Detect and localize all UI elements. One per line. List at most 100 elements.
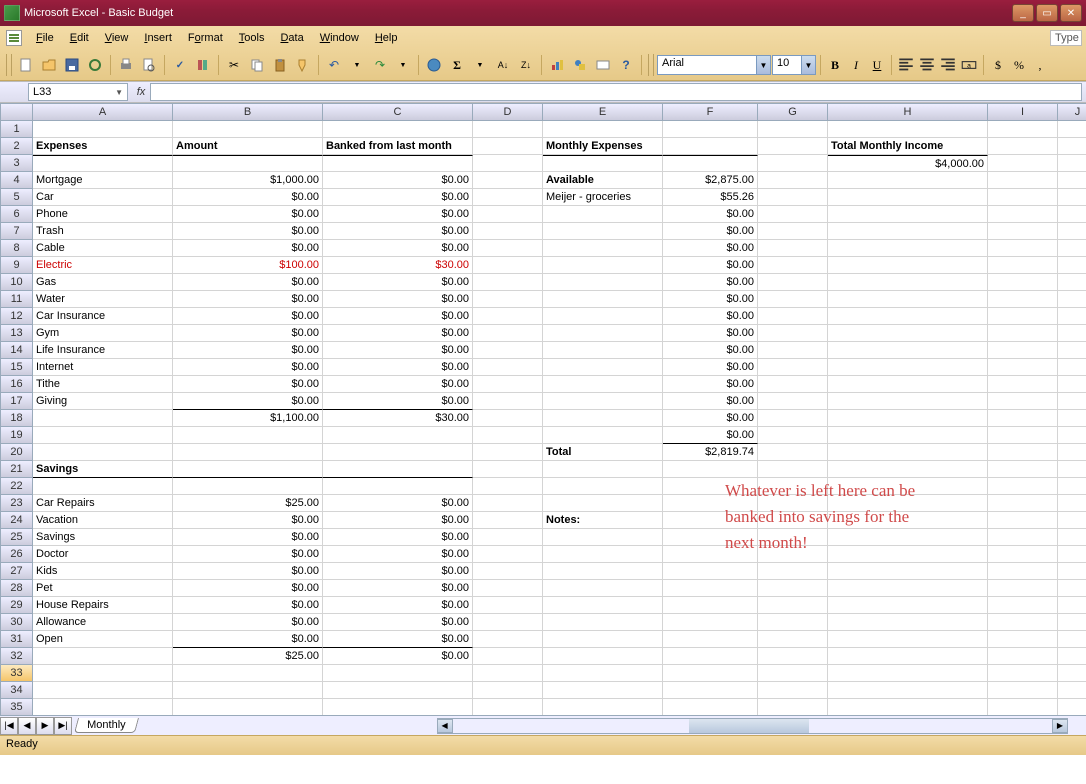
cell[interactable] bbox=[1058, 512, 1086, 529]
cell[interactable] bbox=[1058, 325, 1086, 342]
cell[interactable]: $0.00 bbox=[323, 223, 473, 240]
cell[interactable] bbox=[323, 121, 473, 138]
sheet-nav-first-icon[interactable]: |◀ bbox=[0, 717, 18, 735]
formula-input[interactable] bbox=[150, 83, 1082, 101]
cell[interactable]: $0.00 bbox=[663, 291, 758, 308]
cell[interactable]: $1,000.00 bbox=[173, 172, 323, 189]
cell[interactable]: $25.00 bbox=[173, 495, 323, 512]
menu-view[interactable]: View bbox=[97, 29, 137, 47]
cell[interactable]: Available bbox=[543, 172, 663, 189]
cell[interactable]: $0.00 bbox=[173, 376, 323, 393]
cell[interactable] bbox=[473, 614, 543, 631]
cell[interactable] bbox=[758, 648, 828, 665]
cell[interactable] bbox=[1058, 665, 1086, 682]
cell[interactable] bbox=[1058, 631, 1086, 648]
sort-asc-icon[interactable]: A↓ bbox=[492, 54, 514, 76]
cell[interactable] bbox=[323, 461, 473, 478]
cell[interactable] bbox=[663, 563, 758, 580]
row-header-22[interactable]: 22 bbox=[0, 478, 33, 495]
cell[interactable] bbox=[543, 376, 663, 393]
cell[interactable] bbox=[988, 393, 1058, 410]
cell[interactable] bbox=[828, 342, 988, 359]
cell[interactable]: Allowance bbox=[33, 614, 173, 631]
row-header-3[interactable]: 3 bbox=[0, 155, 33, 172]
cell[interactable] bbox=[473, 597, 543, 614]
cell[interactable] bbox=[988, 359, 1058, 376]
cell[interactable] bbox=[33, 121, 173, 138]
cell[interactable] bbox=[828, 189, 988, 206]
cell[interactable]: $0.00 bbox=[173, 580, 323, 597]
cell[interactable] bbox=[758, 206, 828, 223]
row-header-19[interactable]: 19 bbox=[0, 427, 33, 444]
row-header-28[interactable]: 28 bbox=[0, 580, 33, 597]
cell[interactable] bbox=[663, 648, 758, 665]
cell[interactable] bbox=[988, 495, 1058, 512]
cell[interactable] bbox=[473, 580, 543, 597]
cell[interactable]: $0.00 bbox=[323, 614, 473, 631]
cell[interactable] bbox=[988, 410, 1058, 427]
cell[interactable] bbox=[758, 325, 828, 342]
cell[interactable] bbox=[663, 580, 758, 597]
worksheet-icon[interactable] bbox=[6, 30, 22, 46]
cell[interactable] bbox=[33, 410, 173, 427]
copy-icon[interactable] bbox=[246, 54, 268, 76]
cell[interactable] bbox=[323, 478, 473, 495]
cell[interactable]: Life Insurance bbox=[33, 342, 173, 359]
cell[interactable] bbox=[663, 461, 758, 478]
cell[interactable]: Amount bbox=[173, 138, 323, 155]
cell[interactable] bbox=[473, 665, 543, 682]
drawing-icon[interactable] bbox=[569, 54, 591, 76]
cell[interactable]: $0.00 bbox=[323, 189, 473, 206]
cell[interactable]: $0.00 bbox=[173, 291, 323, 308]
cell[interactable]: $0.00 bbox=[323, 291, 473, 308]
cell[interactable] bbox=[828, 427, 988, 444]
cell[interactable] bbox=[543, 291, 663, 308]
cell[interactable] bbox=[1058, 444, 1086, 461]
cell[interactable] bbox=[663, 631, 758, 648]
cell[interactable] bbox=[758, 444, 828, 461]
cell[interactable] bbox=[758, 240, 828, 257]
cell[interactable]: $2,819.74 bbox=[663, 444, 758, 461]
formatting-toolbar-grip[interactable] bbox=[648, 54, 654, 76]
cell[interactable] bbox=[828, 359, 988, 376]
cell[interactable]: $0.00 bbox=[173, 223, 323, 240]
cell[interactable] bbox=[758, 172, 828, 189]
cell[interactable] bbox=[1058, 206, 1086, 223]
menu-edit[interactable]: Edit bbox=[62, 29, 97, 47]
cell[interactable] bbox=[543, 257, 663, 274]
row-header-14[interactable]: 14 bbox=[0, 342, 33, 359]
cell[interactable] bbox=[33, 665, 173, 682]
cell[interactable]: $0.00 bbox=[323, 359, 473, 376]
cell[interactable]: $0.00 bbox=[173, 393, 323, 410]
row-header-9[interactable]: 9 bbox=[0, 257, 33, 274]
cell[interactable] bbox=[828, 393, 988, 410]
cell[interactable]: $0.00 bbox=[663, 376, 758, 393]
cell[interactable]: $0.00 bbox=[323, 597, 473, 614]
cell[interactable]: Savings bbox=[33, 461, 173, 478]
cell[interactable] bbox=[663, 614, 758, 631]
col-header-E[interactable]: E bbox=[543, 103, 663, 121]
cell[interactable] bbox=[173, 699, 323, 716]
cell[interactable] bbox=[473, 444, 543, 461]
cell[interactable]: Phone bbox=[33, 206, 173, 223]
cell[interactable] bbox=[828, 410, 988, 427]
cell[interactable] bbox=[663, 121, 758, 138]
cell[interactable] bbox=[473, 563, 543, 580]
cell[interactable] bbox=[473, 682, 543, 699]
cell[interactable] bbox=[1058, 427, 1086, 444]
cell[interactable] bbox=[988, 546, 1058, 563]
cell[interactable]: $0.00 bbox=[173, 614, 323, 631]
row-header-6[interactable]: 6 bbox=[0, 206, 33, 223]
cell[interactable]: $0.00 bbox=[663, 240, 758, 257]
cell[interactable]: $0.00 bbox=[323, 206, 473, 223]
cell[interactable] bbox=[33, 478, 173, 495]
cell[interactable]: House Repairs bbox=[33, 597, 173, 614]
cell[interactable] bbox=[473, 155, 543, 172]
cell[interactable] bbox=[758, 257, 828, 274]
cell[interactable] bbox=[543, 155, 663, 172]
cell[interactable]: $0.00 bbox=[173, 274, 323, 291]
cell[interactable] bbox=[473, 223, 543, 240]
cell[interactable] bbox=[33, 682, 173, 699]
cell[interactable]: $100.00 bbox=[173, 257, 323, 274]
row-header-1[interactable]: 1 bbox=[0, 121, 33, 138]
